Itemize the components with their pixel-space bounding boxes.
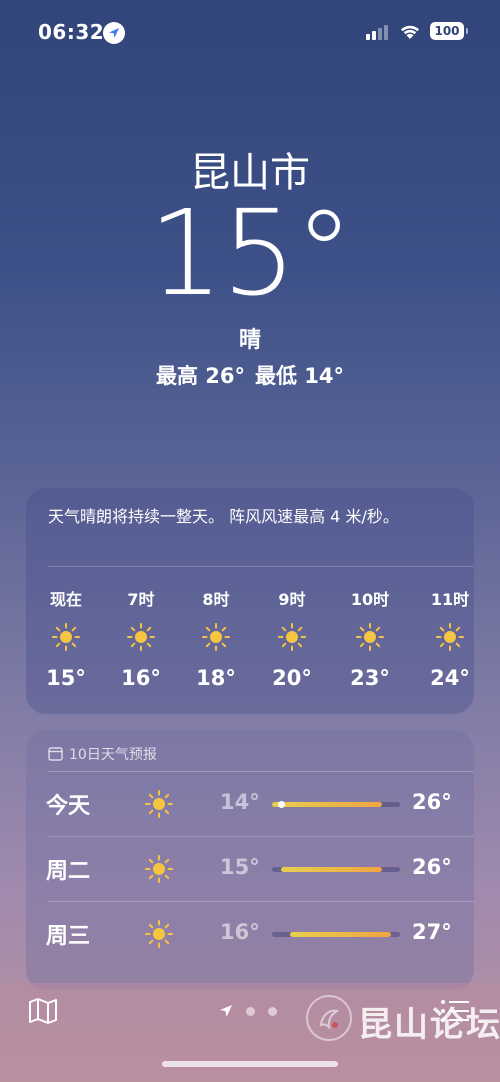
hour-temperature: 16°	[121, 666, 161, 690]
sun-icon	[144, 854, 174, 884]
battery-indicator: 100	[430, 22, 468, 40]
hour-label: 11时	[430, 590, 470, 609]
temperature-range-bar	[272, 867, 400, 872]
hour-label: 现在	[49, 590, 82, 609]
page-dot[interactable]	[268, 1007, 277, 1016]
map-icon[interactable]	[28, 997, 58, 1029]
ten-day-forecast-card[interactable]: 10日天气预报 今天 14° 26° 周二 15° 26° 周三 16° 27°	[26, 730, 474, 990]
ten-day-title: 10日天气预报	[69, 747, 157, 763]
current-temperature: 15°	[148, 184, 353, 322]
temperature-range-bar	[272, 801, 400, 808]
low-temperature: 最低 14°	[255, 364, 345, 388]
hourly-item: 现在 15°	[36, 586, 96, 690]
sun-icon	[144, 789, 174, 819]
temperature-range-bar	[272, 932, 400, 937]
bottom-toolbar: 昆山论坛	[0, 983, 500, 1082]
daily-row[interactable]: 周二 15° 26°	[26, 837, 474, 902]
hour-temperature: 20°	[272, 666, 312, 690]
daily-row[interactable]: 今天 14° 26°	[26, 772, 474, 837]
temperature-range-fill	[281, 867, 382, 872]
status-bar: 06:32 100	[0, 0, 500, 66]
cellular-signal-icon	[366, 24, 392, 40]
watermark-text: 昆山论坛	[358, 1005, 500, 1045]
hour-temperature: 15°	[46, 666, 86, 690]
weather-summary: 天气晴朗将持续一整天。 阵风风速最高 4 米/秒。	[48, 507, 399, 526]
sun-icon	[51, 622, 81, 652]
hourly-item: 7时 16°	[111, 586, 171, 690]
day-low-temperature: 15°	[220, 855, 260, 879]
city-list-icon[interactable]	[440, 999, 470, 1027]
hour-label: 7时	[127, 590, 155, 609]
hourly-item: 10时 23°	[340, 586, 400, 690]
day-low-temperature: 16°	[220, 920, 260, 944]
page-dot[interactable]	[246, 1007, 255, 1016]
day-name: 今天	[46, 794, 91, 819]
hour-label: 8时	[202, 590, 230, 609]
sun-icon	[144, 919, 174, 949]
current-temperature-dot	[277, 801, 285, 808]
hour-temperature: 23°	[350, 666, 390, 690]
hour-temperature: 24°	[430, 666, 470, 690]
day-name: 周三	[46, 924, 91, 949]
hourly-item: 8时 18°	[186, 586, 246, 690]
sun-icon	[201, 622, 231, 652]
home-indicator[interactable]	[162, 1061, 338, 1067]
hourly-item: 9时 20°	[262, 586, 322, 690]
location-arrow-icon	[103, 22, 125, 44]
hour-label: 9时	[278, 590, 306, 609]
hourly-forecast-card[interactable]: 天气晴朗将持续一整天。 阵风风速最高 4 米/秒。 现在 15° 7时 16° 8时 18…	[26, 488, 474, 714]
high-temperature: 最高 26°	[155, 364, 245, 388]
day-name: 周二	[46, 859, 91, 884]
status-time: 06:32	[38, 20, 105, 44]
sun-icon	[277, 622, 307, 652]
hourly-item: 11时 24°	[420, 586, 480, 690]
watermark-seal-icon	[306, 995, 352, 1041]
sun-icon	[435, 622, 465, 652]
wifi-icon	[398, 21, 422, 45]
ten-day-header: 10日天气预报	[48, 744, 157, 764]
location-page-icon	[220, 1005, 232, 1017]
calendar-icon	[48, 747, 63, 761]
weather-condition: 晴	[238, 328, 261, 353]
hour-temperature: 18°	[196, 666, 236, 690]
hour-label: 10时	[350, 590, 390, 609]
day-high-temperature: 26°	[412, 790, 452, 814]
sun-icon	[355, 622, 385, 652]
sun-icon	[126, 622, 156, 652]
temperature-range-fill	[290, 932, 391, 937]
daily-row[interactable]: 周三 16° 27°	[26, 902, 474, 966]
day-high-temperature: 27°	[412, 920, 452, 944]
divider	[48, 566, 474, 567]
high-low-temperature: 最高 26° 最低 14°	[0, 360, 500, 390]
temperature-range-fill	[272, 802, 382, 807]
day-high-temperature: 26°	[412, 855, 452, 879]
day-low-temperature: 14°	[220, 790, 260, 814]
